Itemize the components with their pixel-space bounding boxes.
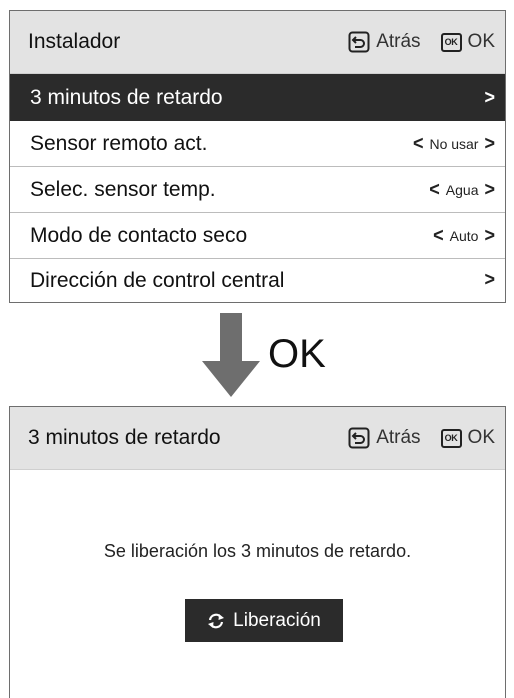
- ok-icon[interactable]: OK: [440, 32, 462, 52]
- back-icon[interactable]: [348, 427, 370, 449]
- chevron-right-icon: >: [484, 85, 495, 108]
- down-arrow-icon: [202, 313, 260, 397]
- delay-header: 3 minutos de retardo Atrás OK OK: [10, 407, 505, 470]
- ok-label[interactable]: OK: [468, 31, 495, 53]
- menu-item-value: Agua: [445, 181, 479, 198]
- menu-item-label: 3 minutos de retardo: [30, 85, 223, 109]
- chevron-right-icon[interactable]: >: [484, 132, 495, 155]
- header-actions: Atrás OK OK: [348, 427, 495, 449]
- page-title: Instalador: [28, 30, 121, 53]
- menu-item-label: Modo de contacto seco: [30, 223, 248, 247]
- menu-item-central-address[interactable]: Dirección de control central >: [10, 259, 505, 287]
- back-label[interactable]: Atrás: [376, 427, 420, 449]
- menu-item-remote-sensor[interactable]: Sensor remoto act. < No usar >: [10, 121, 505, 167]
- chevron-left-icon[interactable]: <: [429, 178, 440, 201]
- menu-item-label: Sensor remoto act.: [30, 131, 208, 155]
- chevron-right-icon[interactable]: >: [484, 178, 495, 201]
- transition-label: OK: [268, 332, 326, 376]
- menu-item-3-min-delay[interactable]: 3 minutos de retardo >: [10, 74, 505, 121]
- delay-panel: 3 minutos de retardo Atrás OK OK Se libe…: [9, 406, 506, 698]
- chevron-left-icon[interactable]: <: [413, 132, 424, 155]
- ok-label[interactable]: OK: [468, 427, 495, 449]
- installer-menu: 3 minutos de retardo > Sensor remoto act…: [10, 74, 505, 287]
- release-button-label: Liberación: [233, 609, 321, 631]
- menu-item-value: No usar: [429, 135, 479, 152]
- back-label[interactable]: Atrás: [376, 31, 420, 53]
- menu-item-label: Dirección de control central: [30, 269, 285, 287]
- release-button[interactable]: Liberación: [185, 599, 343, 642]
- chevron-right-icon: >: [484, 267, 495, 287]
- menu-item-dry-contact[interactable]: Modo de contacto seco < Auto >: [10, 213, 505, 259]
- refresh-icon: [208, 613, 225, 628]
- menu-item-label: Selec. sensor temp.: [30, 177, 216, 201]
- back-icon[interactable]: [348, 31, 370, 53]
- menu-item-value: Auto: [449, 227, 479, 244]
- header-actions: Atrás OK OK: [348, 31, 495, 53]
- ok-icon[interactable]: OK: [440, 428, 462, 448]
- installer-panel: Instalador Atrás OK OK 3 minutos de reta…: [9, 10, 506, 303]
- page-title: 3 minutos de retardo: [28, 426, 221, 449]
- release-message: Se liberación los 3 minutos de retardo.: [103, 541, 412, 561]
- menu-item-temp-sensor[interactable]: Selec. sensor temp. < Agua >: [10, 167, 505, 213]
- chevron-left-icon[interactable]: <: [433, 224, 444, 247]
- chevron-right-icon[interactable]: >: [484, 224, 495, 247]
- installer-header: Instalador Atrás OK OK: [10, 11, 505, 74]
